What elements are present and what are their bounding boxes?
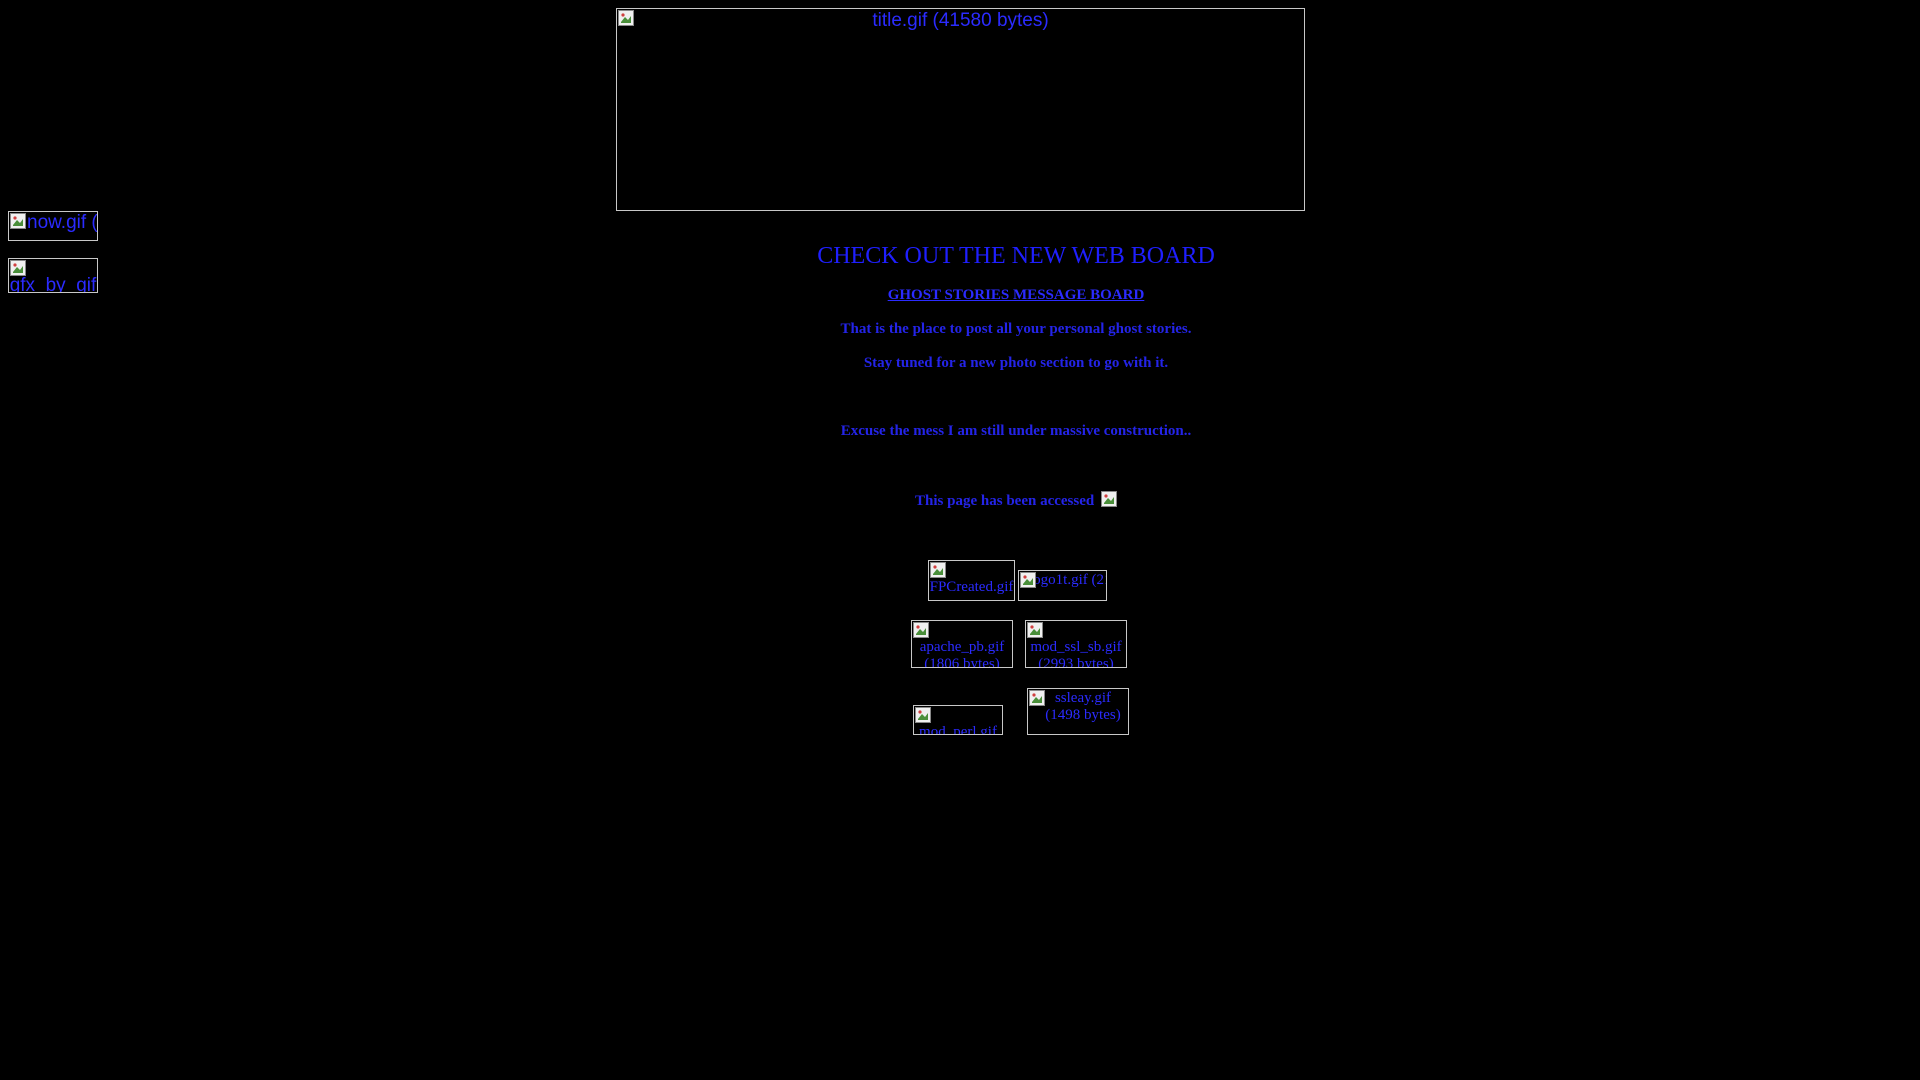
gfx-by-image-link[interactable]: gfx_by_gif [8,258,98,293]
broken-image-icon [1027,622,1043,638]
now-image-link[interactable]: now.gif (9999 [8,211,98,241]
fpcreated-badge-link[interactable]: FPCreated.gif [928,560,1015,601]
broken-image-icon [915,707,931,723]
broken-image-icon [10,260,26,276]
hit-counter-broken-image-icon [1100,491,1117,507]
apache-badge-link[interactable]: apache_pb.gif (1806 bytes) [911,620,1013,668]
broken-image-icon [913,622,929,638]
logo-badge-link[interactable]: logo1t.gif (2121 bytes) [1018,570,1107,601]
intro-text-1: That is the place to post all your perso… [840,321,1192,337]
title-banner-alt: title.gif (41580 bytes) [872,10,1049,31]
mod-perl-badge-link[interactable]: mod_perl.gif [913,705,1003,735]
title-banner-image: title.gif (41580 bytes) [616,8,1305,211]
broken-image-icon [1029,690,1045,706]
hit-counter-row: This page has been accessed [616,491,1416,510]
intro-text-2: Stay tuned for a new photo section to go… [863,355,1169,371]
broken-image-icon [10,213,26,229]
message-board-link-row: GHOST STORIES MESSAGE BOARD [616,287,1416,304]
construction-notice: Excuse the mess I am still under massive… [840,423,1192,439]
broken-image-icon [618,10,634,26]
mod-ssl-badge-link[interactable]: mod_ssl_sb.gif (2993 bytes) [1025,620,1127,668]
page-headline: CHECK OUT THE NEW WEB BOARD [817,243,1215,269]
broken-image-icon [930,562,946,578]
message-board-link[interactable]: GHOST STORIES MESSAGE BOARD [888,287,1145,303]
hit-counter-label: This page has been accessed [915,493,1095,509]
ssleay-badge-link[interactable]: ssleay.gif (1498 bytes) [1027,688,1129,735]
broken-image-icon [1020,572,1036,588]
